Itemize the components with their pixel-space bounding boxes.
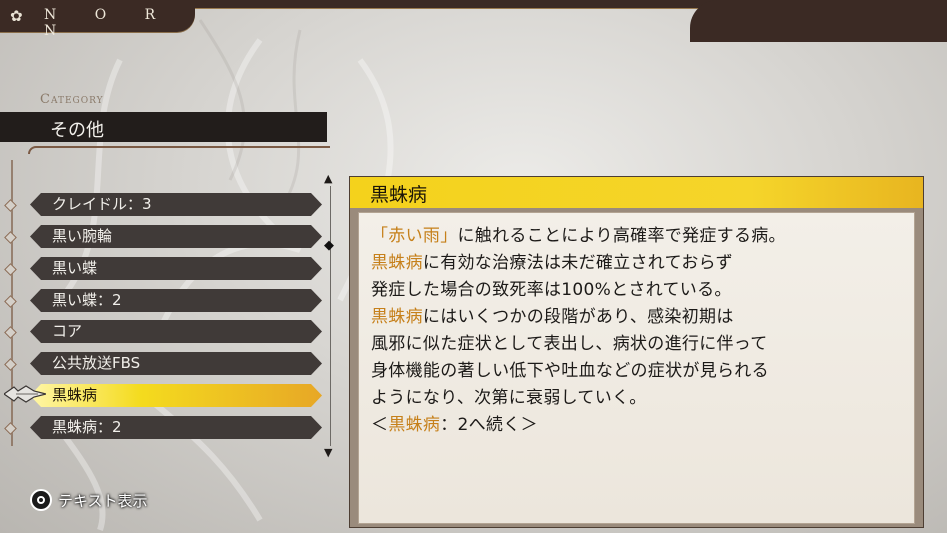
detail-body: 「赤い雨」に触れることにより高確率で発症する病。 黒蛛病に有効な治療法は未だ確立… xyxy=(358,212,915,524)
highlight-term: 「赤い雨」 xyxy=(371,226,458,246)
category-label: Category xyxy=(40,92,104,107)
detail-text: 身体機能の著しい低下や吐血などの症状が見られる xyxy=(371,361,769,381)
highlight-term: 黒蛛病 xyxy=(388,415,441,435)
highlight-term: 黒蛛病 xyxy=(371,307,423,327)
list-item-selected[interactable]: 黒蛛病 xyxy=(30,384,322,407)
detail-text: に有効な治療法は未だ確立されておらず xyxy=(422,253,733,273)
scroll-up-arrow-icon[interactable]: ▲ xyxy=(324,172,332,185)
list-item[interactable]: 黒蛛病：2 xyxy=(30,416,322,439)
list-item[interactable]: コア xyxy=(30,320,322,343)
list-item-label: 黒い腕輪 xyxy=(52,227,113,245)
detail-text: ＜ xyxy=(371,415,389,435)
detail-line: 発症した場合の致死率は100%とされている。 xyxy=(371,275,732,300)
list-node-icon xyxy=(4,295,17,308)
detail-line: 「赤い雨」に触れることにより高確率で発症する病。 xyxy=(371,221,786,246)
brand-title: N O R N xyxy=(44,7,173,39)
detail-text: ：2へ続く＞ xyxy=(440,415,538,435)
scroll-down-arrow-icon[interactable]: ▼ xyxy=(324,446,332,459)
detail-line: 黒蛛病にはいくつかの段階があり、感染初期は xyxy=(371,302,734,327)
list-item[interactable]: 公共放送FBS xyxy=(30,352,322,375)
brand-plate: ✿ N O R N xyxy=(0,0,195,39)
leaf-emblem-icon: ✿ xyxy=(10,7,23,25)
detail-text: にはいくつかの段階があり、感染初期は xyxy=(422,307,734,327)
list-node-icon xyxy=(4,263,17,276)
detail-title-bar: 黒蛛病 xyxy=(350,177,923,208)
highlight-term: 黒蛛病 xyxy=(371,253,423,273)
scrollbar-track[interactable] xyxy=(330,186,331,446)
detail-text: 発症した場合の致死率は100%とされている。 xyxy=(371,280,732,300)
detail-text: 風邪に似た症状として表出し、病状の進行に伴って xyxy=(371,334,768,354)
detail-text: に触れることにより高確率で発症する病。 xyxy=(457,226,786,246)
list-item-label: 黒い蝶 xyxy=(52,259,98,277)
list-node-icon xyxy=(4,231,17,244)
list-item-label: 黒い蝶：2 xyxy=(52,291,122,309)
detail-panel: 黒蛛病 「赤い雨」に触れることにより高確率で発症する病。 黒蛛病に有効な治療法は… xyxy=(349,176,924,528)
list-node-icon xyxy=(4,326,17,339)
circle-button-icon[interactable] xyxy=(30,489,52,511)
detail-line: ようになり、次第に衰弱していく。 xyxy=(371,383,647,408)
selection-cursor-icon xyxy=(4,385,46,403)
list-node-icon xyxy=(4,199,17,212)
detail-continue-line: ＜黒蛛病：2へ続く＞ xyxy=(371,410,538,435)
list-item[interactable]: クレイドル：3 xyxy=(30,193,322,216)
list-item-label: 黒蛛病：2 xyxy=(52,418,122,436)
list-item-label: クレイドル：3 xyxy=(52,195,152,213)
scrollbar-thumb[interactable]: ◆ xyxy=(324,238,334,253)
circle-glyph-icon xyxy=(37,496,45,504)
category-value: その他 xyxy=(50,120,104,141)
list-item[interactable]: 黒い蝶：2 xyxy=(30,289,322,312)
list-node-icon xyxy=(4,358,17,371)
list-item-label: 公共放送FBS xyxy=(52,354,141,372)
list-item-label: コア xyxy=(52,322,83,340)
category-divider xyxy=(28,146,330,154)
text-display-prompt[interactable]: テキスト表示 xyxy=(58,490,148,511)
top-band-right xyxy=(690,0,947,42)
detail-line: 風邪に似た症状として表出し、病状の進行に伴って xyxy=(371,329,768,354)
list-item[interactable]: 黒い腕輪 xyxy=(30,225,322,248)
detail-title: 黒蛛病 xyxy=(370,184,428,206)
list-item-label: 黒蛛病 xyxy=(52,386,98,404)
detail-line: 身体機能の著しい低下や吐血などの症状が見られる xyxy=(371,356,769,381)
list-item[interactable]: 黒い蝶 xyxy=(30,257,322,280)
top-bar: ✿ N O R N xyxy=(0,0,947,42)
list-node-icon xyxy=(4,422,17,435)
detail-line: 黒蛛病に有効な治療法は未だ確立されておらず xyxy=(371,248,733,273)
detail-text: ようになり、次第に衰弱していく。 xyxy=(371,388,647,408)
